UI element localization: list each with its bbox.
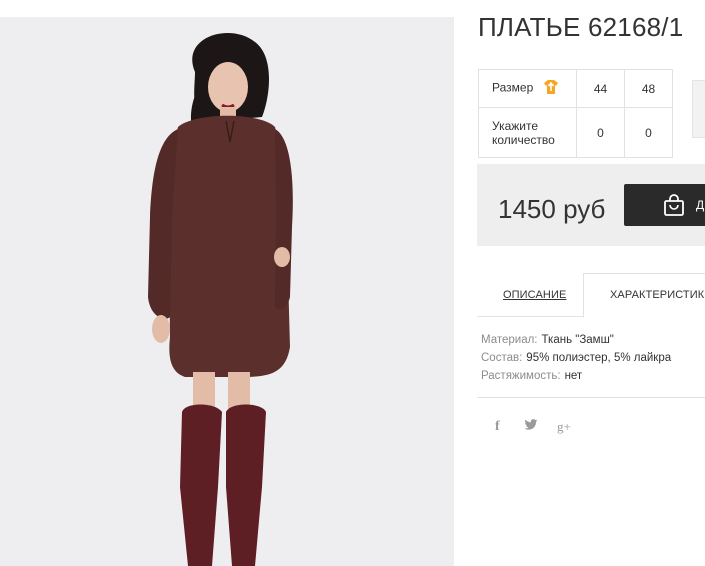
spec-row-material: Материал: Ткань "Замш" [481, 331, 671, 349]
product-title: ПЛАТЬЕ 62168/1 [478, 12, 684, 42]
size-label-cell: Размер [478, 69, 577, 108]
size-label: Размер [492, 80, 534, 95]
quantity-row: Укажите количество 0 0 [478, 107, 673, 158]
spec-key: Растяжимость: [481, 370, 561, 382]
quantity-input-44[interactable]: 0 [576, 107, 625, 158]
add-to-cart-label: Д [696, 198, 705, 212]
shirt-icon[interactable] [543, 79, 559, 98]
facebook-icon[interactable]: f [495, 419, 500, 435]
tab-characteristics-label: ХАРАКТЕРИСТИКИ [610, 289, 705, 301]
quantity-label-line2: количество [492, 132, 555, 147]
size-option-48[interactable]: 48 [624, 69, 673, 108]
spec-row-stretch: Растяжимость: нет [481, 367, 671, 385]
dress-model-illustration [0, 17, 454, 566]
spec-value: 95% полиэстер, 5% лайкра [526, 352, 672, 364]
divider [477, 397, 705, 398]
size-quantity-table: Размер 44 48 Укажите количество 0 0 [478, 69, 673, 158]
quantity-label-line1: Укажите [492, 118, 539, 133]
size-option-44[interactable]: 44 [576, 69, 625, 108]
price-box: 1450 руб Д [477, 164, 705, 246]
quantity-label-cell: Укажите количество [478, 107, 577, 158]
tab-description[interactable]: ОПИСАНИЕ [477, 273, 583, 317]
shopping-bag-icon [662, 193, 686, 222]
spec-value: Ткань "Замш" [541, 334, 614, 346]
product-image[interactable] [0, 17, 454, 566]
size-row: Размер 44 48 [478, 69, 673, 108]
twitter-icon[interactable] [524, 419, 538, 434]
spec-key: Состав: [481, 352, 523, 364]
spec-row-composition: Состав: 95% полиэстер, 5% лайкра [481, 349, 671, 367]
side-panel-edge [692, 80, 705, 138]
tab-characteristics[interactable]: ХАРАКТЕРИСТИКИ [583, 273, 705, 318]
spec-key: Материал: [481, 334, 538, 346]
product-tabs: ОПИСАНИЕ ХАРАКТЕРИСТИКИ [477, 273, 705, 318]
price-value: 1450 руб [498, 194, 606, 224]
tab-description-label: ОПИСАНИЕ [503, 289, 567, 301]
spec-value: нет [564, 370, 583, 382]
google-plus-icon[interactable]: g+ [557, 419, 571, 435]
add-to-cart-button[interactable]: Д [624, 184, 705, 226]
quantity-input-48[interactable]: 0 [624, 107, 673, 158]
specs-list: Материал: Ткань "Замш" Состав: 95% полиэст… [481, 331, 671, 385]
